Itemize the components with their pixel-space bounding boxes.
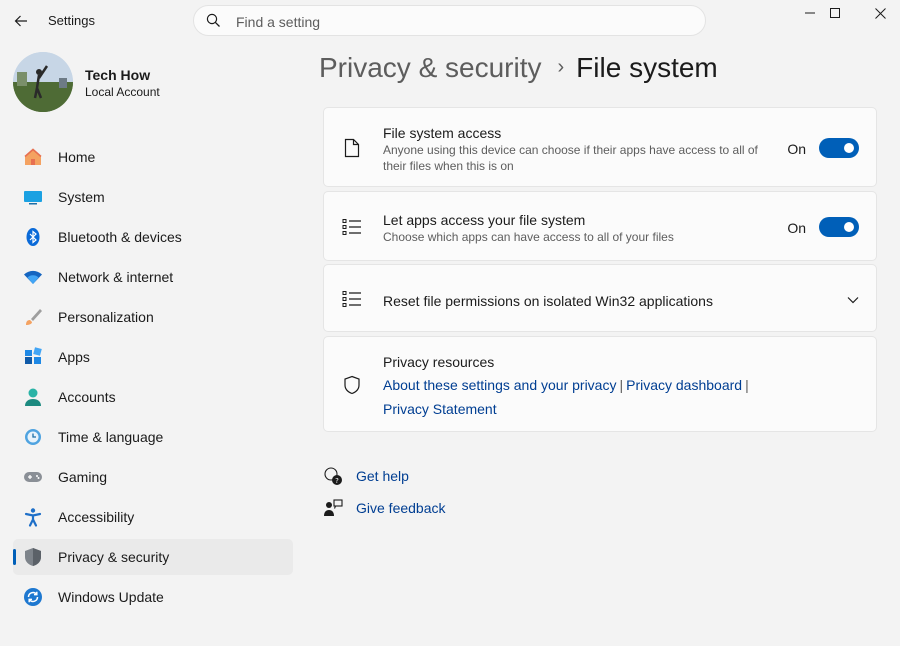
sidebar-item-label: Gaming (58, 469, 108, 485)
sidebar-item-label: Time & language (58, 429, 164, 445)
time-language-icon (23, 427, 43, 447)
privacy-links-line: Privacy Statement (383, 401, 497, 419)
avatar-photo-icon (13, 52, 73, 112)
file-system-access-toggle[interactable] (819, 138, 859, 158)
breadcrumb-separator: › (557, 56, 565, 78)
update-icon (23, 587, 43, 607)
svg-text:?: ? (335, 477, 339, 485)
document-icon (342, 138, 362, 158)
about-settings-link[interactable]: About these settings and your privacy (383, 377, 616, 393)
system-icon (23, 187, 43, 207)
toggle-state-label: On (787, 141, 806, 157)
sidebar-item-label: Accessibility (58, 509, 135, 525)
get-help-link[interactable]: Get help (356, 468, 409, 484)
home-icon (23, 147, 43, 167)
back-arrow-icon (14, 15, 27, 27)
bluetooth-icon (23, 227, 43, 247)
link-separator: | (619, 377, 624, 393)
sidebar-item-label: Personalization (58, 309, 154, 325)
sidebar-item-label: Network & internet (58, 269, 174, 285)
sidebar-item-personalization[interactable]: Personalization (13, 299, 293, 335)
apps-access-toggle[interactable] (819, 217, 859, 237)
toggle-knob (844, 143, 854, 153)
gamepad-icon (23, 467, 43, 487)
wifi-icon (23, 267, 43, 287)
sidebar-item-gaming[interactable]: Gaming (13, 459, 293, 495)
get-help-row[interactable]: ? Get help (323, 465, 409, 487)
avatar[interactable] (13, 52, 73, 112)
close-icon (874, 7, 886, 19)
brush-icon (23, 307, 43, 327)
sidebar-nav: Home System Bluetooth & devices Network … (13, 139, 293, 619)
sidebar-item-label: Apps (58, 349, 90, 365)
toggle-state-label: On (787, 220, 806, 236)
setting-title: File system access (383, 125, 502, 141)
give-feedback-row[interactable]: Give feedback (323, 497, 446, 519)
close-button[interactable] (858, 0, 900, 26)
file-system-access-card: File system access Anyone using this dev… (323, 107, 877, 187)
sidebar-item-label: Privacy & security (58, 549, 170, 565)
maximize-icon (830, 8, 840, 18)
sidebar-item-windows-update[interactable]: Windows Update (13, 579, 293, 615)
reset-permissions-card[interactable]: Reset file permissions on isolated Win32… (323, 264, 877, 332)
search-icon (206, 13, 220, 27)
get-help-icon: ? (323, 466, 343, 486)
chevron-down-icon[interactable] (847, 291, 859, 309)
sidebar-item-time-language[interactable]: Time & language (13, 419, 293, 455)
toggle-knob (844, 222, 854, 232)
setting-title: Let apps access your file system (383, 212, 586, 228)
list-icon (342, 289, 362, 309)
privacy-links-line: About these settings and your privacy | Pr… (383, 377, 752, 395)
link-separator: | (745, 377, 749, 393)
breadcrumb: Privacy & security › File system (319, 52, 718, 84)
apps-access-card: Let apps access your file system Choose … (323, 191, 877, 261)
give-feedback-link[interactable]: Give feedback (356, 500, 446, 516)
sidebar-item-accounts[interactable]: Accounts (13, 379, 293, 415)
sidebar-item-label: System (58, 189, 105, 205)
sidebar-item-home[interactable]: Home (13, 139, 293, 175)
accessibility-icon (23, 507, 43, 527)
sidebar-item-system[interactable]: System (13, 179, 293, 215)
sidebar-item-accessibility[interactable]: Accessibility (13, 499, 293, 535)
sidebar-item-label: Accounts (58, 389, 116, 405)
setting-description: Choose which apps can have access to all… (383, 230, 674, 244)
accounts-icon (23, 387, 43, 407)
sidebar-item-label: Bluetooth & devices (58, 229, 182, 245)
sidebar-item-bluetooth[interactable]: Bluetooth & devices (13, 219, 293, 255)
sidebar-item-label: Windows Update (58, 589, 164, 605)
app-title: Settings (48, 13, 95, 28)
sidebar-item-network[interactable]: Network & internet (13, 259, 293, 295)
privacy-dashboard-link[interactable]: Privacy dashboard (626, 377, 742, 393)
list-icon (342, 217, 362, 237)
privacy-resources-title: Privacy resources (383, 354, 495, 370)
sidebar-item-privacy-security[interactable]: Privacy & security (13, 539, 293, 575)
search-box[interactable] (193, 5, 706, 36)
privacy-resources-card: Privacy resources About these settings a… (323, 336, 877, 432)
shield-outline-icon (342, 375, 362, 395)
page-title: File system (576, 52, 718, 83)
privacy-statement-link[interactable]: Privacy Statement (383, 401, 497, 417)
setting-title: Reset file permissions on isolated Win32… (383, 293, 713, 309)
search-input[interactable] (234, 10, 678, 34)
setting-description: Anyone using this device can choose if t… (383, 143, 758, 173)
user-name: Tech How (85, 67, 151, 83)
sidebar-item-label: Home (58, 149, 96, 165)
feedback-icon (323, 498, 343, 518)
shield-icon (23, 547, 43, 567)
account-type: Local Account (85, 85, 160, 99)
sidebar-item-apps[interactable]: Apps (13, 339, 293, 375)
breadcrumb-parent[interactable]: Privacy & security (319, 52, 542, 83)
apps-icon (23, 347, 43, 367)
back-button[interactable] (10, 10, 32, 32)
maximize-button[interactable] (813, 0, 857, 26)
